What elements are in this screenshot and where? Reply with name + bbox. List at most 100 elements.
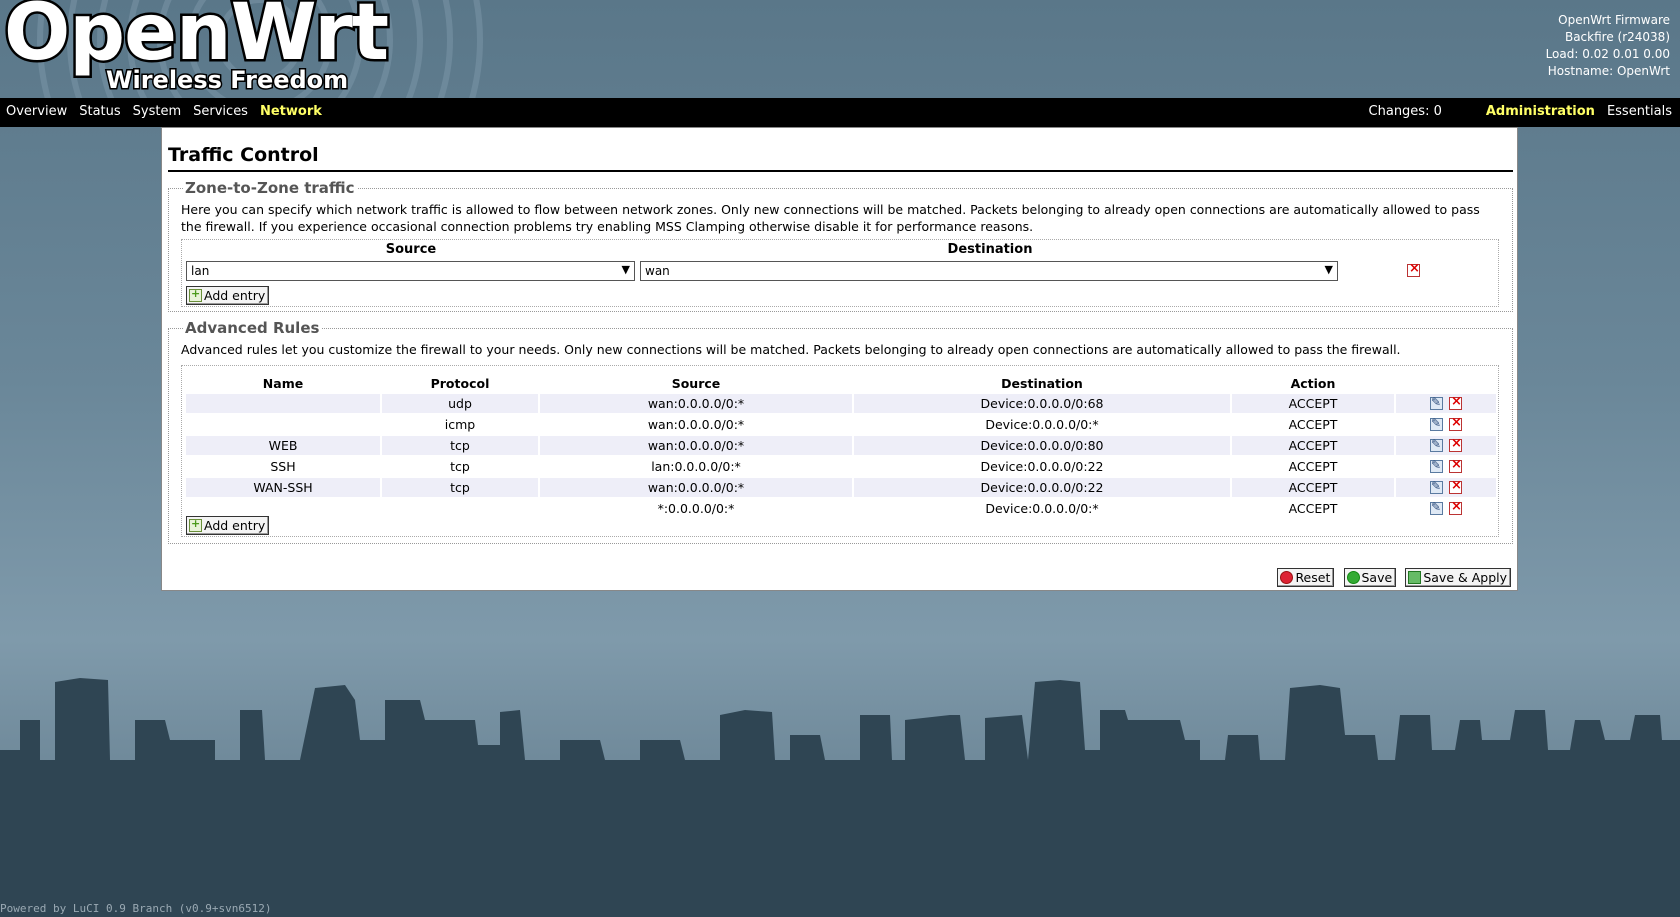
rule-action: ACCEPT (1232, 478, 1394, 497)
rule-destination: Device:0.0.0.0/0:68 (854, 394, 1230, 413)
delete-icon[interactable] (1449, 499, 1462, 515)
rule-protocol: tcp (382, 478, 538, 497)
rule-source: lan:0.0.0.0/0:* (651, 459, 741, 474)
edit-icon[interactable] (1430, 416, 1443, 431)
zone-destination-select[interactable]: wan ▼ (640, 261, 1338, 281)
delete-icon[interactable] (1449, 478, 1462, 494)
rule-protocol: udp (382, 394, 538, 413)
menu-services[interactable]: Services (193, 104, 248, 119)
zone-destination-value: wan (645, 264, 670, 278)
zone-source-value: lan (191, 264, 210, 278)
rule-destination: Device:0.0.0.0/0:* (985, 501, 1099, 516)
delete-icon[interactable] (1407, 261, 1420, 277)
edit-icon[interactable] (1430, 479, 1443, 494)
row-actions (1396, 478, 1496, 497)
delete-icon[interactable] (1449, 394, 1462, 410)
rules-add-entry-button[interactable]: Add entry (186, 515, 270, 535)
edit-icon[interactable] (1430, 395, 1443, 410)
zone-source-select[interactable]: lan ▼ (186, 261, 635, 281)
table-row: WAN-SSH tcp wan:0.0.0.0/0:* Device:0.0.0… (186, 478, 1496, 497)
page-title: Traffic Control (168, 144, 1513, 172)
rule-action: ACCEPT (1288, 501, 1338, 516)
col-protocol: Protocol (430, 375, 490, 391)
col-action: Action (1290, 375, 1336, 391)
rule-action: ACCEPT (1288, 459, 1338, 474)
edit-icon[interactable] (1430, 458, 1443, 473)
delete-icon[interactable] (1449, 436, 1462, 452)
header: OpenWrt Wireless Freedom OpenWrt Firmwar… (0, 0, 1680, 97)
zone-col-source: Source (385, 242, 437, 257)
row-actions (1396, 436, 1496, 455)
powered-by-footer[interactable]: Powered by LuCI 0.9 Branch (v0.9+svn6512… (0, 902, 272, 915)
menu-status[interactable]: Status (79, 104, 120, 119)
zone-col-destination: Destination (947, 242, 1033, 257)
rule-action: ACCEPT (1232, 394, 1394, 413)
zone-description-line2: the firewall. If you experience occasion… (181, 219, 1034, 234)
rule-destination: Device:0.0.0.0/0:* (985, 417, 1099, 432)
logo-tagline: Wireless Freedom (104, 66, 349, 94)
rules-section-description: Advanced rules let you customize the fir… (181, 342, 1401, 357)
rule-name: WEB (186, 436, 380, 455)
row-actions (1396, 499, 1496, 518)
row-actions (1396, 394, 1496, 413)
delete-icon[interactable] (1449, 457, 1462, 473)
rule-destination: Device:0.0.0.0/0:22 (854, 478, 1230, 497)
rule-protocol: tcp (450, 459, 470, 474)
menu-network[interactable]: Network (260, 104, 322, 119)
apply-icon (1408, 571, 1422, 584)
skyline-background (0, 678, 1680, 917)
zone-to-zone-section: Zone-to-Zone traffic Here you can specif… (168, 179, 1513, 312)
zone-forwarding-table: Source Destination lan ▼ wan ▼ Add entry (181, 239, 1499, 307)
menu-overview[interactable]: Overview (6, 104, 67, 119)
table-row: SSH tcp lan:0.0.0.0/0:* Device:0.0.0.0/0… (186, 457, 1496, 476)
table-row: udp wan:0.0.0.0/0:* Device:0.0.0.0/0:68 … (186, 394, 1496, 413)
rule-source: wan:0.0.0.0/0:* (540, 436, 852, 455)
reset-button[interactable]: Reset (1277, 568, 1335, 587)
table-row: icmp wan:0.0.0.0/0:* Device:0.0.0.0/0:* … (186, 415, 1496, 434)
hostname: Hostname: OpenWrt (1547, 64, 1670, 78)
chevron-down-icon: ▼ (1324, 263, 1333, 276)
rule-name (186, 394, 380, 413)
edit-icon[interactable] (1430, 437, 1443, 452)
save-apply-button[interactable]: Save & Apply (1405, 568, 1511, 587)
rule-name: SSH (270, 459, 296, 474)
rules-table: Name Protocol Source Destination Action … (184, 372, 1498, 520)
firmware-version: Backfire (r24038) (1564, 30, 1670, 44)
zone-add-entry-button[interactable]: Add entry (186, 285, 270, 305)
zone-add-entry-label: Add entry (204, 288, 266, 303)
save-button[interactable]: Save (1343, 568, 1397, 587)
delete-icon[interactable] (1449, 415, 1462, 431)
rule-action: ACCEPT (1232, 436, 1394, 455)
zone-section-legend: Zone-to-Zone traffic (183, 179, 357, 197)
table-row: *:0.0.0.0/0:* Device:0.0.0.0/0:* ACCEPT (186, 499, 1496, 518)
add-icon (189, 285, 202, 302)
rule-source: wan:0.0.0.0/0:* (540, 394, 852, 413)
menu-system[interactable]: System (133, 104, 181, 119)
rule-protocol (382, 499, 538, 518)
row-actions (1396, 457, 1496, 476)
advanced-rules-section: Advanced Rules Advanced rules let you cu… (168, 319, 1513, 544)
reset-label: Reset (1295, 570, 1331, 585)
rules-section-legend: Advanced Rules (183, 319, 322, 337)
save-apply-label: Save & Apply (1423, 570, 1507, 585)
system-info: OpenWrt Firmware Backfire (r24038) Load:… (1546, 12, 1670, 80)
col-name: Name (262, 375, 304, 391)
row-actions (1396, 415, 1496, 434)
openwrt-logo[interactable]: OpenWrt (2, 0, 392, 75)
col-destination: Destination (1001, 375, 1083, 391)
load-average: Load: 0.02 0.01 0.00 (1545, 47, 1670, 61)
add-icon (189, 515, 202, 532)
changes-counter[interactable]: Changes: 0 (1369, 104, 1442, 119)
reset-icon (1280, 571, 1294, 584)
rule-name (186, 415, 380, 434)
zone-section-description: Here you can specify which network traff… (181, 201, 1480, 235)
menu-administration[interactable]: Administration (1486, 104, 1595, 119)
zone-description-line1: Here you can specify which network traff… (181, 202, 1480, 217)
content-panel: Traffic Control Zone-to-Zone traffic Her… (161, 127, 1518, 591)
rule-action: ACCEPT (1288, 417, 1338, 432)
edit-icon[interactable] (1430, 500, 1443, 515)
main-menu-bar: Overview Status System Services Network … (0, 98, 1680, 127)
chevron-down-icon: ▼ (621, 263, 630, 276)
menu-essentials[interactable]: Essentials (1607, 104, 1672, 119)
form-actions: Reset Save Save & Apply (1272, 568, 1511, 588)
